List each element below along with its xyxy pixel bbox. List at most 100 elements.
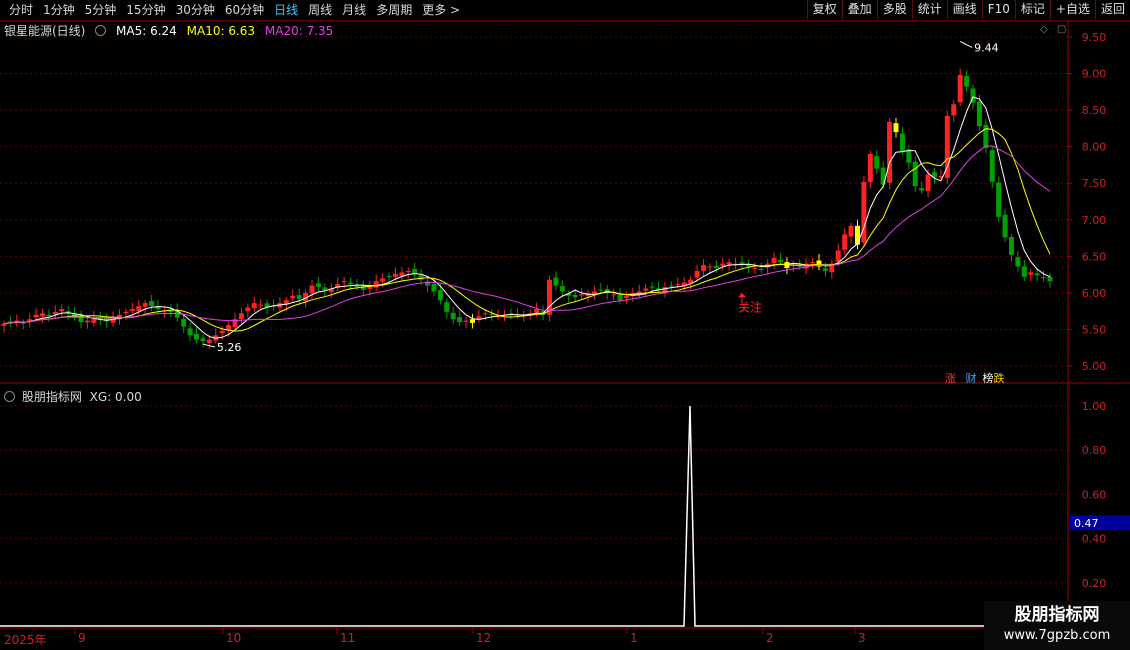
candle-body: [405, 270, 411, 272]
candle-body: [1, 323, 7, 326]
candle-body: [450, 312, 456, 320]
indicator-ytick-label: 0.40: [1082, 533, 1107, 546]
candle-body: [726, 262, 732, 265]
main-ytick-label: 7.50: [1082, 177, 1107, 190]
candle-body: [238, 313, 244, 320]
candle-body: [200, 338, 206, 342]
candle-body: [1008, 237, 1014, 255]
main-ytick-label: 5.50: [1082, 323, 1107, 336]
tag-die[interactable]: 跌: [994, 372, 1005, 385]
candle-body: [52, 311, 58, 315]
candle-body: [752, 268, 758, 270]
candle-body: [572, 294, 578, 298]
candle-body: [181, 318, 187, 327]
indicator-ytick-label: 0.60: [1082, 488, 1107, 501]
candle-body: [810, 262, 816, 264]
chart-canvas[interactable]: 9.50 9.00 8.50 8.00 7.50 7.00 6.50 6.00 5.50 5.00…: [0, 0, 1130, 650]
candle-body: [59, 308, 65, 312]
tag-zhang[interactable]: 涨: [945, 372, 956, 385]
candle-body: [1028, 272, 1034, 275]
candle-body: [219, 330, 225, 334]
low-marker-label: 5.26: [217, 341, 242, 354]
candle-body: [649, 286, 655, 288]
candle-body: [964, 76, 970, 87]
candle-body: [386, 276, 392, 278]
main-ytick-label: 6.50: [1082, 250, 1107, 263]
candle-body: [194, 333, 200, 340]
candle-body: [33, 314, 39, 318]
candle-body: [341, 281, 347, 283]
candle-body: [989, 150, 995, 182]
candle-body: [899, 133, 905, 152]
main-ytick-label: 8.00: [1082, 141, 1107, 154]
candle-body: [771, 257, 777, 264]
candle-body: [1021, 266, 1027, 277]
main-ytick-label: 8.50: [1082, 104, 1107, 117]
candle-body: [392, 273, 398, 277]
candle-body: [354, 285, 360, 288]
candle-body: [835, 250, 841, 262]
candle-body: [469, 319, 475, 323]
candle-body: [482, 313, 488, 315]
main-ytick-label: 9.50: [1082, 31, 1107, 44]
candle-body: [623, 295, 629, 299]
watermark-url: www.7gpzb.com: [1003, 628, 1111, 643]
candle-body: [822, 268, 828, 271]
candle-body: [315, 283, 321, 288]
stock-tags: 涨 财榜跌: [945, 370, 1011, 386]
indicator-settings-icon[interactable]: [4, 391, 15, 402]
candle-body: [874, 156, 880, 169]
candle-body: [437, 290, 443, 301]
annotation-arrow-icon: [737, 292, 746, 298]
candle-body: [1015, 257, 1021, 267]
candle-body: [380, 278, 386, 282]
high-marker-line: [959, 40, 973, 48]
xg-label: XG: 0.00: [89, 390, 142, 404]
main-ytick-label: 7.00: [1082, 214, 1107, 227]
candle-body: [322, 287, 328, 290]
candle-body: [142, 303, 148, 307]
candle-body: [957, 75, 963, 103]
candle-body: [842, 234, 848, 250]
candle-body: [951, 104, 957, 116]
candle-body: [861, 181, 867, 243]
xaxis-label: 3: [858, 631, 866, 645]
ma20-line: [3, 145, 1051, 325]
candle-body: [675, 284, 681, 286]
candle-body: [296, 295, 302, 299]
candle-body: [129, 308, 135, 311]
candle-body: [598, 289, 604, 291]
candle-body: [1047, 276, 1053, 282]
main-ytick-label: 6.00: [1082, 287, 1107, 300]
candle-body: [976, 101, 982, 127]
candle-body: [444, 302, 450, 312]
candle-body: [707, 266, 713, 268]
candle-body: [187, 328, 193, 336]
candle-body: [258, 304, 264, 306]
candle-body: [617, 294, 623, 301]
xaxis-label: 10: [226, 631, 242, 645]
candle-body: [559, 286, 565, 292]
xg-signal-line: [0, 405, 1068, 627]
watermark-title: 股朋指标网: [1014, 605, 1100, 625]
main-ytick-label: 9.00: [1082, 68, 1107, 81]
candle-body: [1002, 214, 1008, 238]
candle-body: [206, 339, 212, 343]
candle-body: [46, 314, 52, 317]
candle-body: [84, 320, 90, 323]
candle-body: [418, 275, 424, 280]
candle-body: [348, 282, 354, 285]
candle-body: [887, 121, 893, 183]
candle-body: [919, 188, 925, 191]
candle-body: [245, 307, 251, 312]
tag-cai[interactable]: 财: [966, 372, 977, 385]
candle-body: [290, 295, 296, 299]
watermark: 股朋指标网 www.7gpzb.com: [984, 601, 1130, 650]
candle-body: [643, 288, 649, 291]
tag-bang[interactable]: 榜: [983, 372, 994, 385]
candle-body: [867, 153, 873, 183]
xaxis-label: 11: [340, 631, 356, 645]
candle-body: [431, 284, 437, 292]
high-marker-label: 9.44: [974, 41, 999, 54]
candle-body: [912, 161, 918, 187]
